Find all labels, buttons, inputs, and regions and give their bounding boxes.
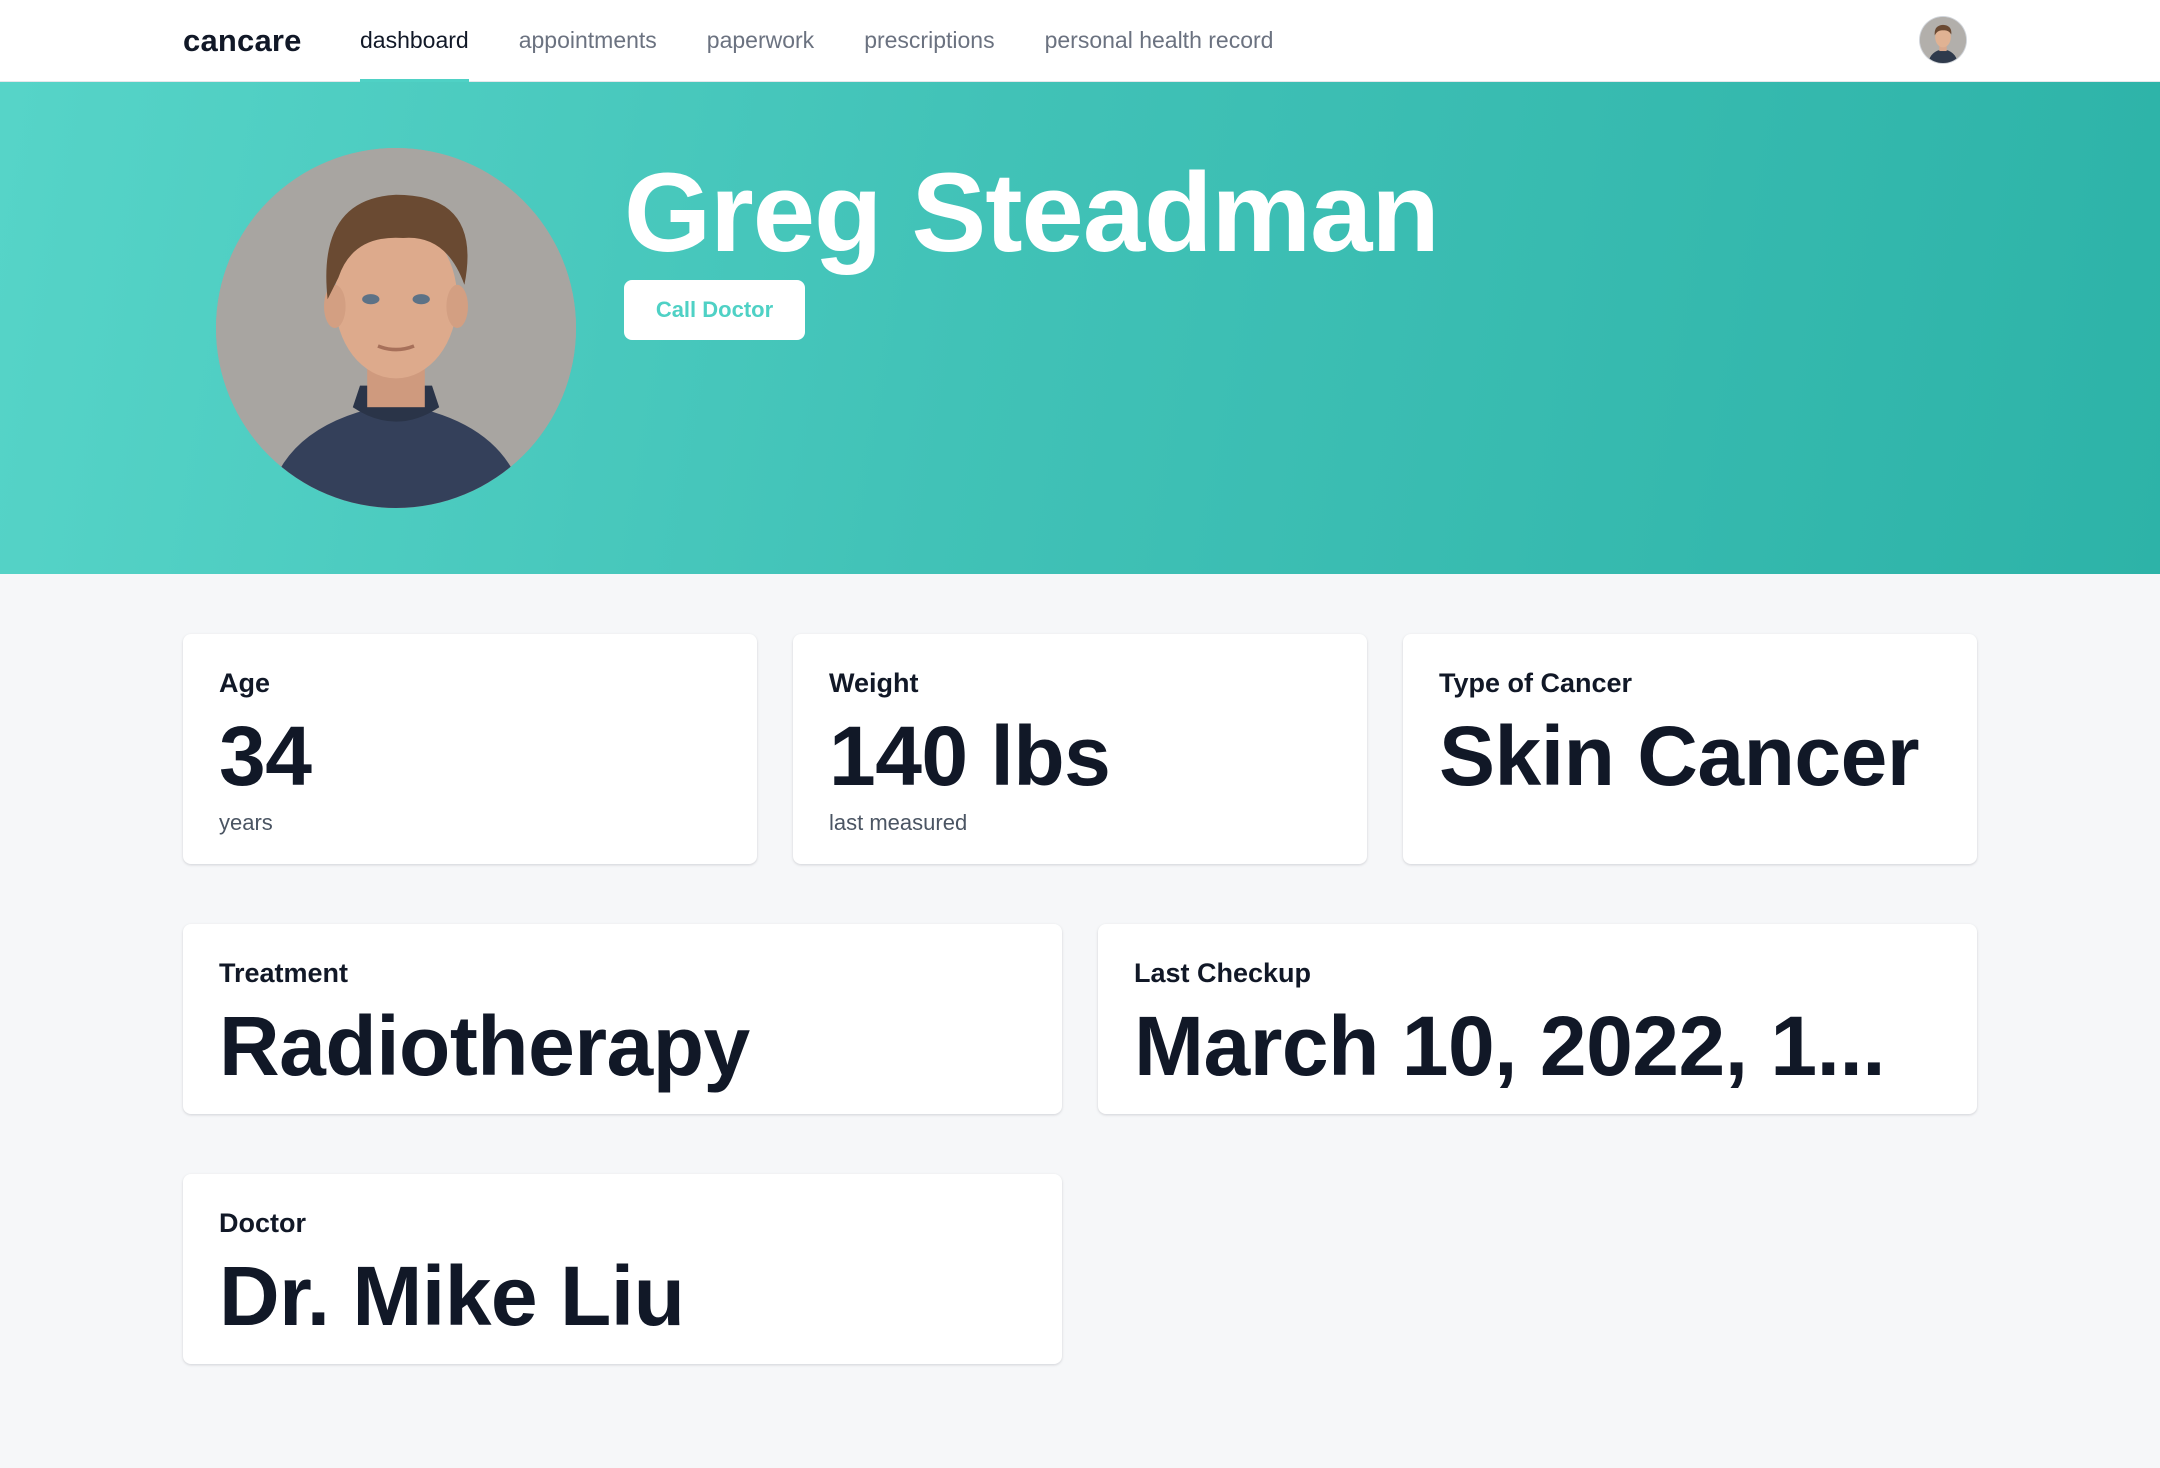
avatar-portrait-icon <box>1920 17 1966 63</box>
nav-item-personal-health-record[interactable]: personal health record <box>1045 0 1274 82</box>
weight-value: 140 lbs <box>829 709 1111 803</box>
last-checkup-label: Last Checkup <box>1134 958 1312 988</box>
patient-name: Greg Steadman <box>624 150 1440 275</box>
last-checkup-value: March 10, 2022, 1... <box>1134 999 1886 1093</box>
cancer-type-value: Skin Cancer <box>1439 709 1920 803</box>
weight-caption: last measured <box>829 810 968 835</box>
brand-logo[interactable]: cancare <box>183 0 302 82</box>
treatment-card: Treatment Radiotherapy <box>183 924 1062 1114</box>
age-value: 34 <box>219 709 312 803</box>
call-doctor-button[interactable]: Call Doctor <box>624 280 805 340</box>
doctor-card: Doctor Dr. Mike Liu <box>183 1174 1062 1364</box>
age-unit: years <box>219 810 273 835</box>
top-navbar: cancare dashboard appointments paperwork… <box>0 0 2160 82</box>
weight-label: Weight <box>829 668 919 698</box>
nav-links: dashboard appointments paperwork prescri… <box>360 0 1323 82</box>
age-card: Age 34 years <box>183 634 757 864</box>
nav-item-dashboard[interactable]: dashboard <box>360 0 469 82</box>
profile-hero: Greg Steadman Call Doctor <box>0 82 2160 574</box>
nav-item-paperwork[interactable]: paperwork <box>707 0 814 82</box>
user-avatar[interactable] <box>1920 17 1966 63</box>
age-label: Age <box>219 668 271 698</box>
nav-item-prescriptions[interactable]: prescriptions <box>864 0 994 82</box>
weight-card: Weight 140 lbs last measured <box>793 634 1367 864</box>
patient-portrait-icon <box>216 148 576 508</box>
doctor-label: Doctor <box>219 1208 306 1238</box>
nav-item-appointments[interactable]: appointments <box>519 0 657 82</box>
treatment-label: Treatment <box>219 958 349 988</box>
cancer-type-card: Type of Cancer Skin Cancer <box>1403 634 1977 864</box>
treatment-value: Radiotherapy <box>219 999 750 1093</box>
patient-photo <box>216 148 576 508</box>
cancer-type-label: Type of Cancer <box>1439 668 1633 698</box>
last-checkup-card: Last Checkup March 10, 2022, 1... <box>1098 924 1977 1114</box>
doctor-value: Dr. Mike Liu <box>219 1249 685 1343</box>
